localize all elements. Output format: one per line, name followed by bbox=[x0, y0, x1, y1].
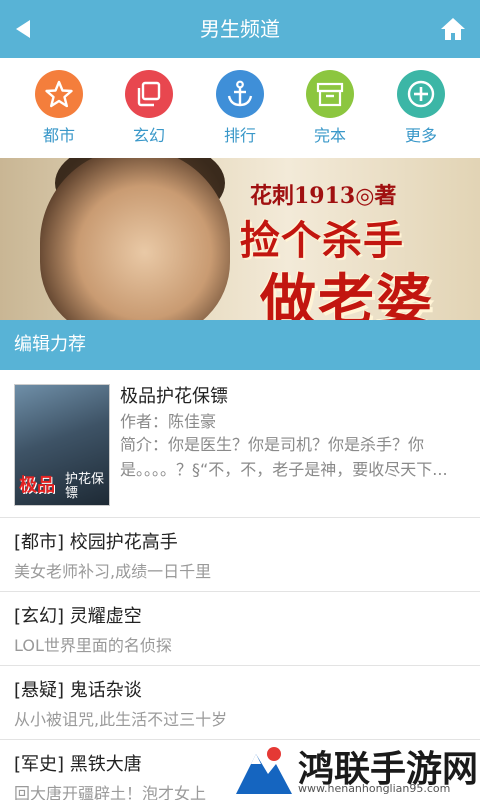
list-item-desc: 美女老师补习,成绩一日千里 bbox=[14, 562, 212, 581]
archive-box-icon bbox=[306, 70, 354, 118]
banner-figure bbox=[40, 158, 230, 320]
plus-icon bbox=[397, 70, 445, 118]
category-paihang[interactable]: 排行 bbox=[210, 70, 270, 154]
list-item[interactable]: [悬疑] 鬼话杂谈 从小被诅咒,此生活不过三十岁 bbox=[0, 666, 480, 740]
watermark-url: www.henanhonglian95.com bbox=[298, 782, 451, 795]
star-icon bbox=[35, 70, 83, 118]
app-screen: 男生频道 都市 玄幻 排行 完本 更多 花刺1913◎著 捡个杀手 做老婆 编辑… bbox=[0, 0, 480, 800]
book-title: 极品护花保镖 bbox=[120, 386, 228, 407]
section-title: 编辑力荐 bbox=[14, 334, 86, 355]
category-bar: 都市 玄幻 排行 完本 更多 bbox=[0, 58, 480, 158]
top-bar: 男生频道 bbox=[0, 0, 480, 58]
list-item[interactable]: [玄幻] 灵耀虚空 LOL世界里面的名侦探 bbox=[0, 592, 480, 666]
page-title: 男生频道 bbox=[200, 17, 280, 41]
cover-title: 极品 bbox=[19, 475, 55, 496]
list-item[interactable]: [都市] 校园护花高手 美女老师补习,成绩一日千里 bbox=[0, 518, 480, 592]
category-label: 玄幻 bbox=[132, 126, 165, 145]
watermark-logo-icon bbox=[236, 747, 292, 794]
book-description: 简介：你是医生？你是司机？你是杀手？你是。。。。？§“不，不，老子是神，要收尽天… bbox=[120, 435, 448, 479]
book-author: 作者：陈佳豪 bbox=[120, 412, 217, 431]
home-icon[interactable] bbox=[440, 17, 466, 41]
list-item-desc: LOL世界里面的名侦探 bbox=[14, 636, 172, 655]
promo-banner[interactable]: 花刺1913◎著 捡个杀手 做老婆 bbox=[0, 158, 480, 320]
section-header: 编辑力荐 bbox=[0, 320, 480, 370]
category-label: 排行 bbox=[223, 126, 256, 145]
category-gengduo[interactable]: 更多 bbox=[391, 70, 451, 154]
book-cover: 极品 护花保镖 bbox=[14, 384, 110, 506]
banner-author: 花刺1913◎著 bbox=[250, 183, 397, 209]
list-item-desc: 从小被诅咒,此生活不过三十岁 bbox=[14, 710, 228, 729]
layers-icon bbox=[125, 70, 173, 118]
featured-book[interactable]: 极品 护花保镖 极品护花保镖 作者：陈佳豪 简介：你是医生？你是司机？你是杀手？… bbox=[0, 370, 480, 518]
list-item-title: [都市] 校园护花高手 bbox=[14, 532, 178, 553]
list-item-title: [玄幻] 灵耀虚空 bbox=[14, 606, 142, 627]
watermark: 鸿联手游网 www.henanhonglian95.com bbox=[232, 740, 480, 800]
list-item-desc: 回大唐开疆辟土！泡才女上 bbox=[14, 784, 207, 800]
anchor-icon bbox=[216, 70, 264, 118]
category-dushi[interactable]: 都市 bbox=[29, 70, 89, 154]
category-label: 更多 bbox=[404, 126, 437, 145]
category-label: 完本 bbox=[313, 126, 346, 145]
category-label: 都市 bbox=[42, 126, 75, 145]
category-wanben[interactable]: 完本 bbox=[300, 70, 360, 154]
banner-title-line2: 做老婆 bbox=[260, 269, 434, 320]
list-item-title: [军史] 黑铁大唐 bbox=[14, 754, 142, 775]
list-item-title: [悬疑] 鬼话杂谈 bbox=[14, 680, 142, 701]
cover-subtitle: 护花保镖 bbox=[65, 472, 105, 501]
category-xuanhuan[interactable]: 玄幻 bbox=[119, 70, 179, 154]
